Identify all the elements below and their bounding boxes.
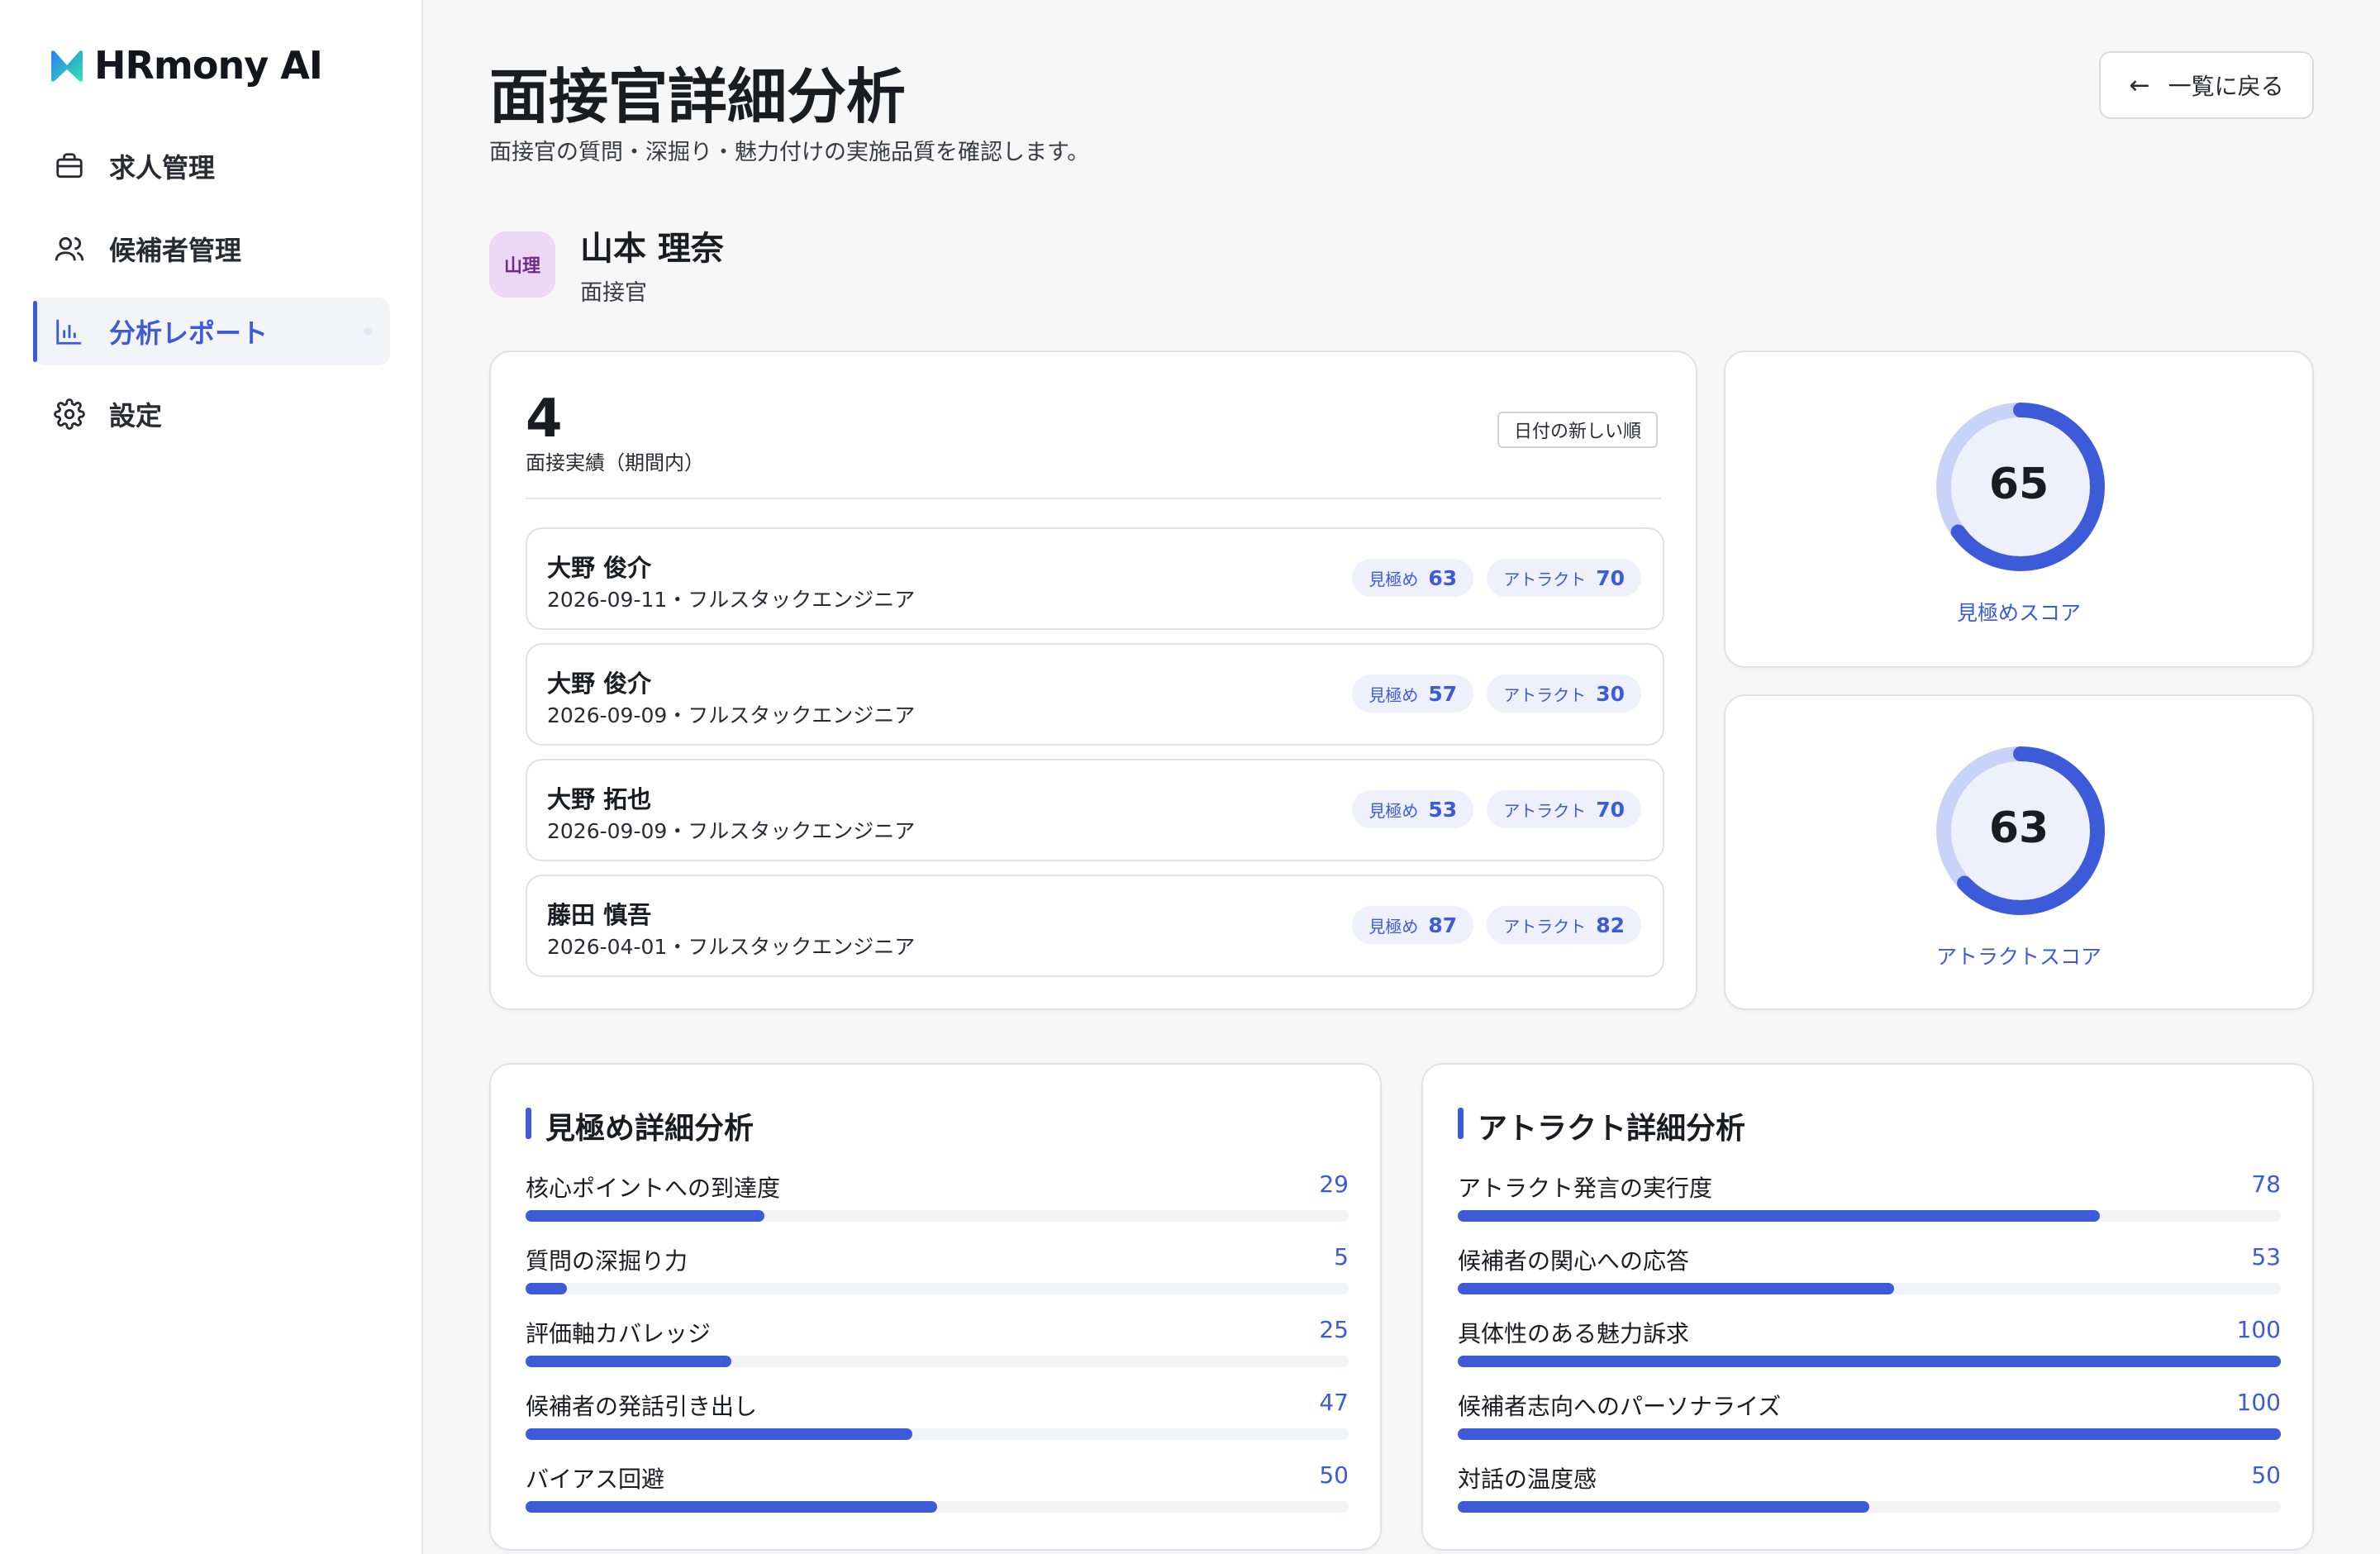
metric-bar xyxy=(526,1283,567,1294)
metric-row: バイアス回避 50 xyxy=(526,1461,1349,1528)
eval-score-pill: 見極め 63 xyxy=(1352,559,1474,597)
metric-bar xyxy=(526,1428,913,1440)
active-indicator-dot xyxy=(364,327,372,336)
briefcase-icon xyxy=(53,150,86,183)
sidebar: HRmony AI 求人管理 候補者管理 分析レポート 設定 xyxy=(0,0,423,1554)
eval-score-pill: 見極め 53 xyxy=(1352,790,1474,828)
sidebar-item-reports[interactable]: 分析レポート xyxy=(33,298,390,365)
metric-bar xyxy=(1458,1210,2100,1222)
interview-row[interactable]: 藤田 慎吾 2026-04-01・フルスタックエンジニア 見極め 87 アトラクト… xyxy=(526,875,1664,977)
metric-row: アトラクト発言の実行度 78 xyxy=(1458,1170,2281,1237)
interviewer-name: 山本 理奈 xyxy=(580,230,724,268)
avatar: 山理 xyxy=(489,231,555,298)
candidate-name: 大野 俊介 xyxy=(547,670,652,698)
interview-meta: 2026-09-11・フルスタックエンジニア xyxy=(547,588,916,612)
app-name: HRmony AI xyxy=(94,43,323,88)
metric-bar xyxy=(1458,1356,2281,1367)
attract-score-pill: アトラクト 30 xyxy=(1487,675,1641,713)
page-title: 面接官詳細分析 xyxy=(489,62,907,131)
metric-bar xyxy=(526,1210,764,1222)
metric-row: 対話の温度感 50 xyxy=(1458,1461,2281,1528)
page-subtitle: 面接官の質問・深掘り・魅力付けの実施品質を確認します。 xyxy=(489,140,1090,165)
metric-row: 候補者の関心への応答 53 xyxy=(1458,1243,2281,1309)
bar-chart-icon xyxy=(53,315,86,348)
eval-score-card: 65 見極めスコア xyxy=(1724,350,2314,668)
sidebar-item-label: 求人管理 xyxy=(109,152,216,184)
metric-bar xyxy=(1458,1428,2281,1440)
candidate-name: 藤田 慎吾 xyxy=(547,901,652,929)
metric-row: 評価軸カバレッジ 25 xyxy=(526,1316,1349,1382)
interview-meta: 2026-09-09・フルスタックエンジニア xyxy=(547,703,916,727)
interview-count-label: 面接実績（期間内） xyxy=(526,451,704,474)
gear-icon xyxy=(53,398,86,431)
interview-row[interactable]: 大野 拓也 2026-09-09・フルスタックエンジニア 見極め 53 アトラクト… xyxy=(526,759,1664,861)
eval-score-value: 65 xyxy=(1988,460,2049,509)
sidebar-item-settings[interactable]: 設定 xyxy=(33,380,390,448)
attract-score-pill: アトラクト 70 xyxy=(1487,790,1641,828)
attract-score-label: アトラクトスコア xyxy=(1935,945,2102,969)
attract-score-pill: アトラクト 82 xyxy=(1487,906,1641,944)
users-icon xyxy=(53,232,86,265)
interviewer-header: 山理 山本 理奈 面接官 xyxy=(489,222,724,307)
sort-dropdown[interactable]: 日付の新しい順 xyxy=(1497,412,1659,448)
logo-icon xyxy=(51,50,83,82)
attract-score-pill: アトラクト 70 xyxy=(1487,559,1641,597)
metric-row: 具体性のある魅力訴求 100 xyxy=(1458,1316,2281,1382)
attract-detail-title: アトラクト詳細分析 xyxy=(1458,1104,1745,1147)
candidate-name: 大野 俊介 xyxy=(547,554,652,582)
attract-detail-card: アトラクト詳細分析 アトラクト発言の実行度 78 候補者の関心への応答 53 具体性… xyxy=(1421,1063,2314,1551)
metric-row: 候補者志向へのパーソナライズ 100 xyxy=(1458,1389,2281,1455)
metric-bar xyxy=(526,1356,731,1367)
metric-row: 核心ポイントへの到達度 29 xyxy=(526,1170,1349,1237)
metric-bar xyxy=(1458,1283,1894,1294)
metric-bar xyxy=(526,1501,937,1513)
eval-score-label: 見極めスコア xyxy=(1956,601,2081,625)
eval-detail-card: 見極め詳細分析 核心ポイントへの到達度 29 質問の深掘り力 5 評価軸カバレッジ 2… xyxy=(489,1063,1382,1551)
interview-row[interactable]: 大野 俊介 2026-09-11・フルスタックエンジニア 見極め 63 アトラクト… xyxy=(526,527,1664,630)
divider xyxy=(526,498,1661,499)
sidebar-item-label: 分析レポート xyxy=(109,317,269,349)
interview-meta: 2026-04-01・フルスタックエンジニア xyxy=(547,935,916,959)
interview-count: 4 xyxy=(526,388,563,450)
arrow-left-icon: ← xyxy=(2129,70,2150,100)
candidate-name: 大野 拓也 xyxy=(547,785,652,813)
sidebar-item-jobs[interactable]: 求人管理 xyxy=(33,132,390,200)
metric-row: 候補者の発話引き出し 47 xyxy=(526,1389,1349,1455)
eval-score-pill: 見極め 57 xyxy=(1352,675,1474,713)
sidebar-item-label: 候補者管理 xyxy=(109,235,242,266)
app-logo[interactable]: HRmony AI xyxy=(46,43,323,88)
attract-score-card: 63 アトラクトスコア xyxy=(1724,694,2314,1010)
metric-bar xyxy=(1458,1501,1869,1513)
interviewer-role: 面接官 xyxy=(580,280,647,306)
metric-row: 質問の深掘り力 5 xyxy=(526,1243,1349,1309)
eval-detail-title: 見極め詳細分析 xyxy=(526,1104,754,1147)
back-to-list-button[interactable]: ← 一覧に戻る xyxy=(2099,51,2314,119)
sidebar-item-candidates[interactable]: 候補者管理 xyxy=(33,215,390,283)
eval-score-pill: 見極め 87 xyxy=(1352,906,1474,944)
interview-meta: 2026-09-09・フルスタックエンジニア xyxy=(547,819,916,843)
interview-history-card: 4 面接実績（期間内） 日付の新しい順 大野 俊介 2026-09-11・フルス… xyxy=(489,350,1697,1010)
interview-row[interactable]: 大野 俊介 2026-09-09・フルスタックエンジニア 見極め 57 アトラクト… xyxy=(526,643,1664,746)
sidebar-nav: 求人管理 候補者管理 分析レポート 設定 xyxy=(33,132,390,463)
sidebar-item-label: 設定 xyxy=(109,400,163,431)
back-button-label: 一覧に戻る xyxy=(2168,73,2284,100)
attract-score-value: 63 xyxy=(1988,803,2049,853)
